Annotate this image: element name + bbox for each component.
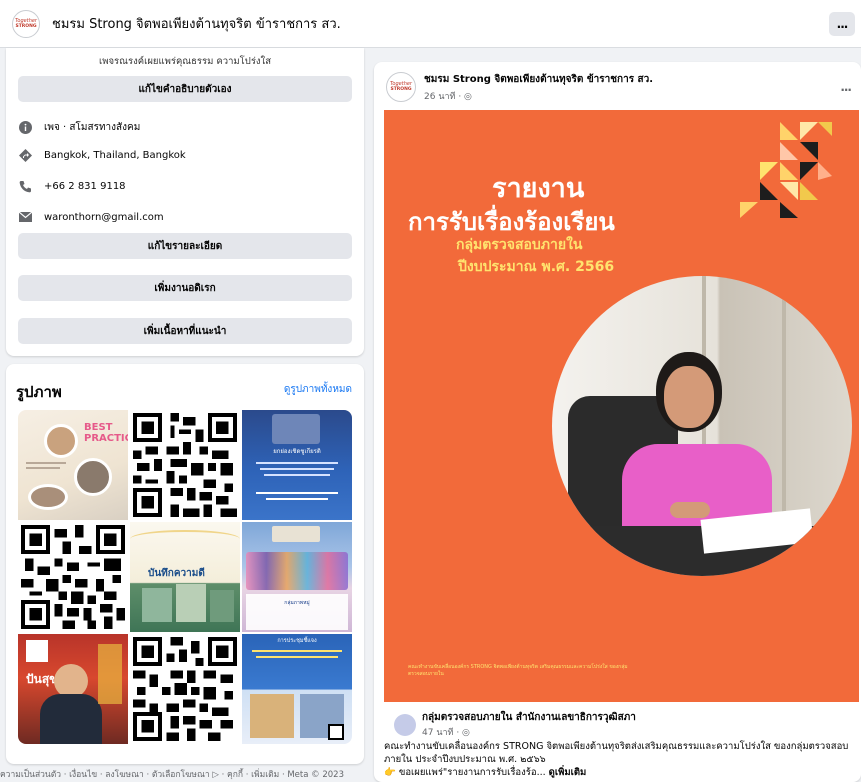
photo-tile[interactable]: กลุ่มภาพหมู่	[242, 522, 352, 632]
image-subtitle-line1: กลุ่มตรวจสอบภายใน	[456, 237, 583, 253]
qr-code-tile[interactable]	[130, 634, 240, 744]
shared-source-time[interactable]: 47 นาที · ◎	[422, 725, 636, 739]
add-featured-button[interactable]: เพิ่มเนื้อหาที่แนะนำ	[18, 318, 352, 344]
photos-card: รูปภาพ ดูรูปภาพทั้งหมด BEST PRACTICE ยกย…	[6, 364, 364, 764]
photo-tile[interactable]: บันทึกความดี	[130, 522, 240, 632]
photo-tile[interactable]: การประชุมชี้แจง	[242, 634, 352, 744]
geometric-decoration	[740, 122, 832, 218]
photo-grid: BEST PRACTICE ยกย่องเชิดชูเกียรติ	[18, 410, 352, 744]
shared-source-name[interactable]: กลุ่มตรวจสอบภายใน สำนักงานเลขาธิการวุฒิส…	[422, 710, 636, 725]
email-row: waronthorn@gmail.com	[18, 210, 164, 224]
phone-icon	[18, 179, 32, 193]
post-timestamp[interactable]: 26 นาที · ◎	[424, 89, 653, 103]
more-options-button[interactable]: ...	[829, 12, 855, 36]
post-text-line1: คณะทำงานขับเคลื่อนองค์กร STRONG จิตพอเพี…	[384, 741, 849, 765]
page-bio: เพจรณรงค์เผยแพร่คุณธรรม ความโปร่งใส	[98, 56, 271, 67]
qr-code-tile[interactable]	[130, 410, 240, 520]
page-title: ชมรม Strong จิตพอเพียงต้านทุจริต ข้าราชก…	[52, 17, 341, 32]
qr-code-tile[interactable]	[18, 522, 128, 632]
logo-text-line2: STRONG	[15, 23, 37, 29]
location-icon	[18, 148, 32, 162]
post-options-button[interactable]: ...	[840, 80, 852, 94]
category-text: เพจ · สโมสรทางสังคม	[44, 122, 141, 133]
photo-tile-label: กลุ่มภาพหมู่	[284, 600, 310, 606]
avatar-logo-line2: STRONG	[390, 87, 412, 92]
see-more-link[interactable]: ดูเพิ่มเติม	[549, 767, 587, 778]
photo-tile-label: การประชุมชี้แจง	[277, 638, 317, 644]
see-all-photos-link[interactable]: ดูรูปภาพทั้งหมด	[284, 382, 352, 397]
phone-row: +66 2 831 9118	[18, 179, 126, 193]
image-caption: คณะทำงานขับเคลื่อนองค์กร STRONG จิตพอเพี…	[408, 664, 628, 677]
mail-icon	[18, 210, 32, 224]
post-text-line2: 👉 ขอเผยแพร่"รายงานการรับเรื่องร้อ...	[384, 767, 546, 778]
shared-source-row: กลุ่มตรวจสอบภายใน สำนักงานเลขาธิการวุฒิส…	[394, 710, 636, 739]
qr-code-image	[133, 637, 237, 741]
shared-source-avatar[interactable]	[394, 713, 416, 736]
info-icon	[18, 121, 32, 135]
post-author-avatar[interactable]: Together STRONG	[386, 72, 416, 102]
edit-bio-button[interactable]: แก้ไขคำอธิบายตัวเอง	[18, 76, 352, 102]
post-header: Together STRONG ชมรม Strong จิตพอเพียงต้…	[386, 72, 653, 103]
photo-tile[interactable]: ยกย่องเชิดชูเกียรติ	[242, 410, 352, 520]
photo-tile[interactable]: BEST PRACTICE	[18, 410, 128, 520]
add-hobbies-button[interactable]: เพิ่มงานอดิเรก	[18, 275, 352, 301]
qr-code-image	[21, 525, 125, 629]
post-text: คณะทำงานขับเคลื่อนองค์กร STRONG จิตพอเพี…	[384, 740, 854, 779]
image-subtitle-line2: ปีงบประมาณ พ.ศ. 2566	[458, 259, 615, 275]
category-row: เพจ · สโมสรทางสังคม	[18, 120, 140, 135]
email-text[interactable]: waronthorn@gmail.com	[44, 212, 164, 223]
photo-tile-label: ยกย่องเชิดชูเกียรติ	[273, 448, 321, 455]
footer-links[interactable]: ความเป็นส่วนตัว · เงื่อนไข · ลงโฆษณา · ต…	[0, 764, 364, 782]
edit-details-button[interactable]: แก้ไขรายละเอียด	[18, 233, 352, 259]
post-card: Together STRONG ชมรม Strong จิตพอเพียงต้…	[374, 62, 861, 782]
intro-card: เพจรณรงค์เผยแพร่คุณธรรม ความโปร่งใส แก้ไ…	[6, 48, 364, 356]
photos-title: รูปภาพ	[16, 383, 62, 401]
page-logo[interactable]: Together STRONG	[12, 9, 40, 38]
post-image[interactable]: รายงาน การรับเรื่องร้องเรียน กลุ่มตรวจสอ…	[384, 110, 859, 702]
photo-tile-label: BEST PRACTICE	[84, 422, 128, 444]
qr-code-image	[133, 413, 237, 517]
page-top-bar: Together STRONG ชมรม Strong จิตพอเพียงต้…	[0, 0, 861, 48]
photo-tile-label: ปันสุข	[26, 672, 58, 686]
post-author-name[interactable]: ชมรม Strong จิตพอเพียงต้านทุจริต ข้าราชก…	[424, 72, 653, 87]
photo-tile-label: บันทึกความดี	[148, 568, 205, 579]
location-text[interactable]: Bangkok, Thailand, Bangkok	[44, 150, 186, 161]
phone-text: +66 2 831 9118	[44, 180, 126, 192]
location-row: Bangkok, Thailand, Bangkok	[18, 148, 186, 162]
photo-tile[interactable]: ปันสุข	[18, 634, 128, 744]
portrait-photo	[552, 276, 852, 576]
